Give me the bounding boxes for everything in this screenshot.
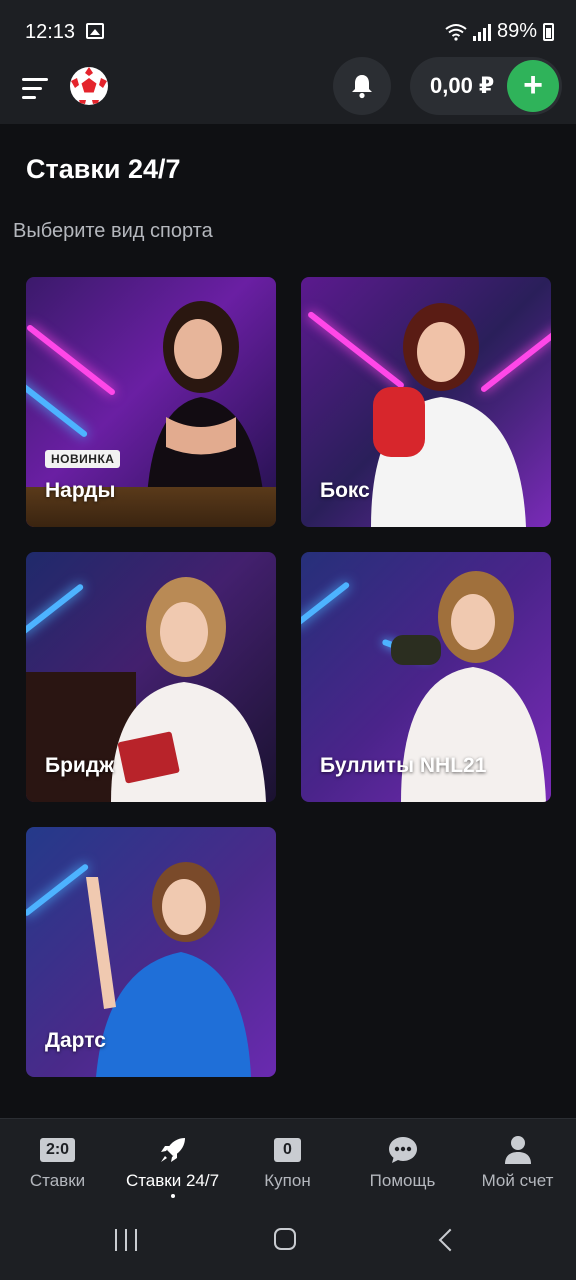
sport-card-label: Бридж [45, 754, 115, 777]
sport-card-nhl21[interactable]: Буллиты NHL21 [301, 552, 551, 802]
app-header: 0,00 ₽ + [0, 57, 576, 124]
active-indicator [170, 1194, 175, 1198]
signal-icon [472, 23, 491, 41]
nav-label: Ставки [29, 1171, 86, 1190]
nav-label: Помощь [369, 1171, 436, 1190]
bell-icon [352, 75, 372, 99]
balance-pill[interactable]: 0,00 ₽ + [410, 57, 562, 115]
recent-apps-icon[interactable] [113, 1229, 139, 1251]
new-badge: НОВИНКА [45, 450, 121, 468]
nav-label: Ставки 24/7 [125, 1171, 220, 1190]
coupon-icon: 0 [274, 1138, 301, 1162]
deposit-add-button[interactable]: + [507, 60, 559, 112]
logo-ball-icon[interactable] [69, 66, 109, 106]
user-icon [504, 1136, 531, 1164]
notifications-button[interactable] [333, 57, 391, 115]
rocket-icon [160, 1138, 185, 1162]
status-time: 12:13 [25, 21, 76, 43]
sport-card-bridge[interactable]: Бридж [26, 552, 276, 802]
score-icon: 2:0 [39, 1138, 76, 1162]
sport-card-boxing[interactable]: Бокс [301, 277, 551, 527]
boxer-figure-image [371, 303, 526, 527]
sport-card-label: Буллиты NHL21 [320, 754, 487, 777]
balance-amount: 0,00 ₽ [430, 73, 495, 98]
wifi-icon [445, 23, 467, 41]
status-right: 89% [445, 20, 554, 43]
dealer-figure-image [111, 577, 266, 802]
sport-card-backgammon[interactable]: НОВИНКА Нарды [26, 277, 276, 527]
gallery-icon [86, 23, 104, 39]
nav-item-account[interactable]: Мой счет [460, 1119, 575, 1205]
nav-label: Мой счет [481, 1171, 554, 1190]
sport-card-label: Бокс [320, 479, 370, 502]
status-bar: 12:13 89% [0, 0, 576, 62]
nav-item-help[interactable]: Помощь [345, 1119, 460, 1205]
page-title: Ставки 24/7 [26, 154, 181, 184]
back-icon[interactable] [438, 1228, 462, 1252]
chat-icon [388, 1137, 417, 1163]
sport-card-label: Дартс [45, 1029, 106, 1052]
sport-card-label: Нарды [45, 479, 116, 502]
home-icon[interactable] [274, 1228, 296, 1250]
system-navigation-bar [0, 1204, 576, 1280]
battery-icon [543, 22, 554, 41]
nav-label: Купон [264, 1171, 311, 1190]
bottom-navigation: 2:0 Ставки Ставки 24/7 0 Купон Помощь Мо… [0, 1118, 576, 1205]
menu-icon[interactable] [22, 78, 50, 100]
nav-item-coupon[interactable]: 0 Купон [230, 1119, 345, 1205]
page-subtitle: Выберите вид спорта [13, 220, 213, 242]
sport-card-darts[interactable]: Дартс [26, 827, 276, 1077]
battery-percent: 89% [496, 20, 537, 42]
nav-item-bets-24-7[interactable]: Ставки 24/7 [115, 1119, 230, 1205]
nav-item-bets[interactable]: 2:0 Ставки [0, 1119, 115, 1205]
